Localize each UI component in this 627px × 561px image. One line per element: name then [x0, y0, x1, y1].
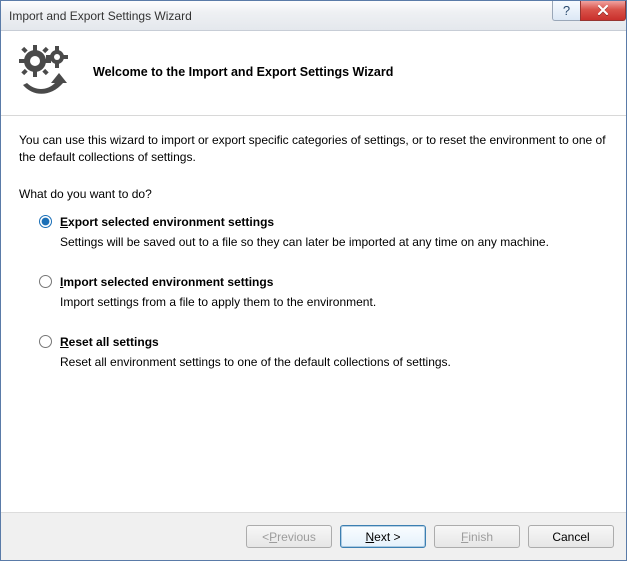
option-import-row[interactable]: Import selected environment settings: [39, 275, 608, 289]
window-controls: ?: [552, 1, 626, 21]
radio-reset[interactable]: [39, 335, 52, 348]
cancel-button[interactable]: Cancel: [528, 525, 614, 548]
option-reset-desc: Reset all environment settings to one of…: [60, 355, 608, 369]
close-button[interactable]: [580, 1, 626, 21]
close-icon: [597, 5, 609, 16]
option-reset-row[interactable]: Reset all settings: [39, 335, 608, 349]
help-icon: ?: [563, 3, 570, 18]
option-export-desc: Settings will be saved out to a file so …: [60, 235, 608, 249]
window-title: Import and Export Settings Wizard: [9, 9, 192, 23]
wizard-footer: < Previous Next > Finish Cancel: [1, 512, 626, 560]
radio-export[interactable]: [39, 215, 52, 228]
wizard-body: You can use this wizard to import or exp…: [1, 116, 626, 369]
radio-import[interactable]: [39, 275, 52, 288]
option-export: Export selected environment settings Set…: [39, 215, 608, 249]
intro-text: You can use this wizard to import or exp…: [19, 132, 608, 167]
next-button[interactable]: Next >: [340, 525, 426, 548]
option-export-row[interactable]: Export selected environment settings: [39, 215, 608, 229]
title-bar: Import and Export Settings Wizard ?: [1, 1, 626, 31]
wizard-header: Welcome to the Import and Export Setting…: [1, 31, 626, 116]
page-title: Welcome to the Import and Export Setting…: [93, 65, 393, 79]
option-import-label: Import selected environment settings: [60, 275, 273, 289]
help-button[interactable]: ?: [552, 1, 580, 21]
option-reset-label: Reset all settings: [60, 335, 159, 349]
finish-button: Finish: [434, 525, 520, 548]
option-import-desc: Import settings from a file to apply the…: [60, 295, 608, 309]
prompt-text: What do you want to do?: [19, 187, 608, 201]
option-reset: Reset all settings Reset all environment…: [39, 335, 608, 369]
option-import: Import selected environment settings Imp…: [39, 275, 608, 309]
gears-arrow-icon: [17, 43, 75, 101]
option-export-label: Export selected environment settings: [60, 215, 274, 229]
previous-button: < Previous: [246, 525, 332, 548]
